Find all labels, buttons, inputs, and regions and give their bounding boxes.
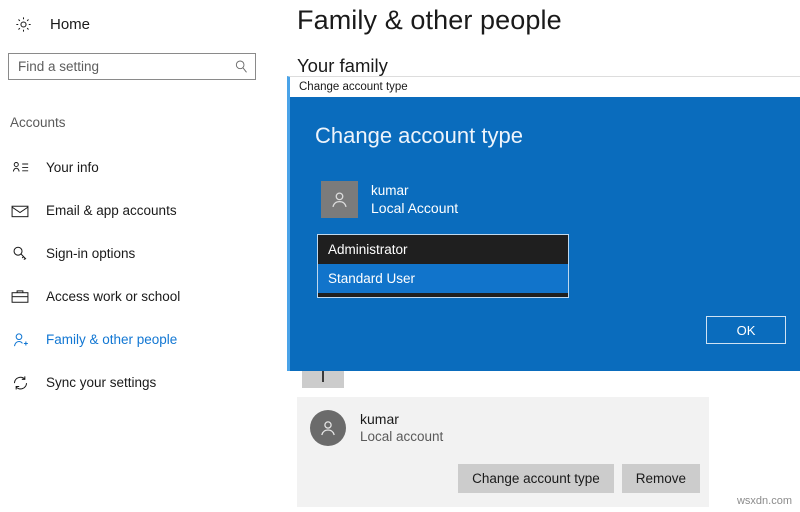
account-card: kumar Local account Change account type …	[297, 397, 709, 507]
avatar	[321, 181, 358, 218]
sidebar-item-sign-in-options[interactable]: Sign-in options	[0, 232, 290, 275]
envelope-icon	[9, 204, 31, 218]
remove-account-button[interactable]: Remove	[622, 464, 700, 493]
person-add-icon	[9, 332, 31, 348]
ok-button[interactable]: OK	[706, 316, 786, 344]
sidebar: Home Accounts	[0, 0, 290, 512]
sidebar-item-label: Email & app accounts	[46, 203, 177, 218]
sidebar-item-label: Access work or school	[46, 289, 180, 304]
dialog-title-text: Change account type	[290, 81, 408, 93]
dialog-heading: Change account type	[315, 123, 523, 149]
sidebar-nav-list: Your info Email & app accounts	[0, 146, 290, 404]
sidebar-item-label: Sync your settings	[46, 375, 156, 390]
sidebar-home-label: Home	[50, 16, 90, 33]
change-account-type-button[interactable]: Change account type	[458, 464, 614, 493]
option-label: Administrator	[328, 242, 408, 257]
sidebar-item-sync-your-settings[interactable]: Sync your settings	[0, 361, 290, 404]
dialog-user-identity: kumar Local Account	[321, 181, 458, 218]
account-type-option-standard-user[interactable]: Standard User	[318, 264, 568, 293]
watermark: wsxdn.com	[737, 495, 792, 507]
dialog-body: Change account type kumar Local Account	[287, 97, 800, 371]
account-type-option-administrator[interactable]: Administrator	[318, 235, 568, 264]
account-actions: Change account type Remove	[458, 464, 700, 493]
dialog-user-type: Local Account	[371, 199, 458, 218]
gear-icon	[12, 16, 34, 33]
section-heading-your-family: Your family	[297, 55, 388, 77]
account-type: Local account	[360, 428, 443, 446]
account-identity: kumar Local account	[297, 397, 709, 446]
account-name: kumar	[360, 411, 443, 428]
avatar	[310, 410, 346, 446]
key-icon	[9, 245, 31, 262]
dialog-titlebar[interactable]: Change account type	[287, 76, 800, 97]
dialog-user-name: kumar	[371, 182, 458, 199]
sidebar-item-family-other-people[interactable]: Family & other people	[0, 318, 290, 361]
search-input[interactable]	[9, 54, 227, 79]
sidebar-item-label: Sign-in options	[46, 246, 135, 261]
sidebar-item-home[interactable]: Home	[8, 8, 90, 40]
option-label: Standard User	[328, 271, 415, 286]
page-title: Family & other people	[297, 5, 562, 36]
change-account-type-dialog: Change account type Change account type …	[287, 76, 800, 371]
search-icon[interactable]	[227, 54, 255, 79]
sidebar-section-label: Accounts	[10, 115, 66, 130]
person-lines-icon	[9, 160, 31, 175]
search-box[interactable]	[8, 53, 256, 80]
sidebar-item-label: Family & other people	[46, 332, 177, 347]
sidebar-item-label: Your info	[46, 160, 99, 175]
sidebar-item-email-app-accounts[interactable]: Email & app accounts	[0, 189, 290, 232]
settings-window: Home Accounts	[0, 0, 800, 512]
sidebar-item-access-work-or-school[interactable]: Access work or school	[0, 275, 290, 318]
briefcase-icon	[9, 289, 31, 304]
account-type-listbox[interactable]: Administrator Standard User	[317, 234, 569, 298]
sidebar-item-your-info[interactable]: Your info	[0, 146, 290, 189]
sync-icon	[9, 375, 31, 391]
